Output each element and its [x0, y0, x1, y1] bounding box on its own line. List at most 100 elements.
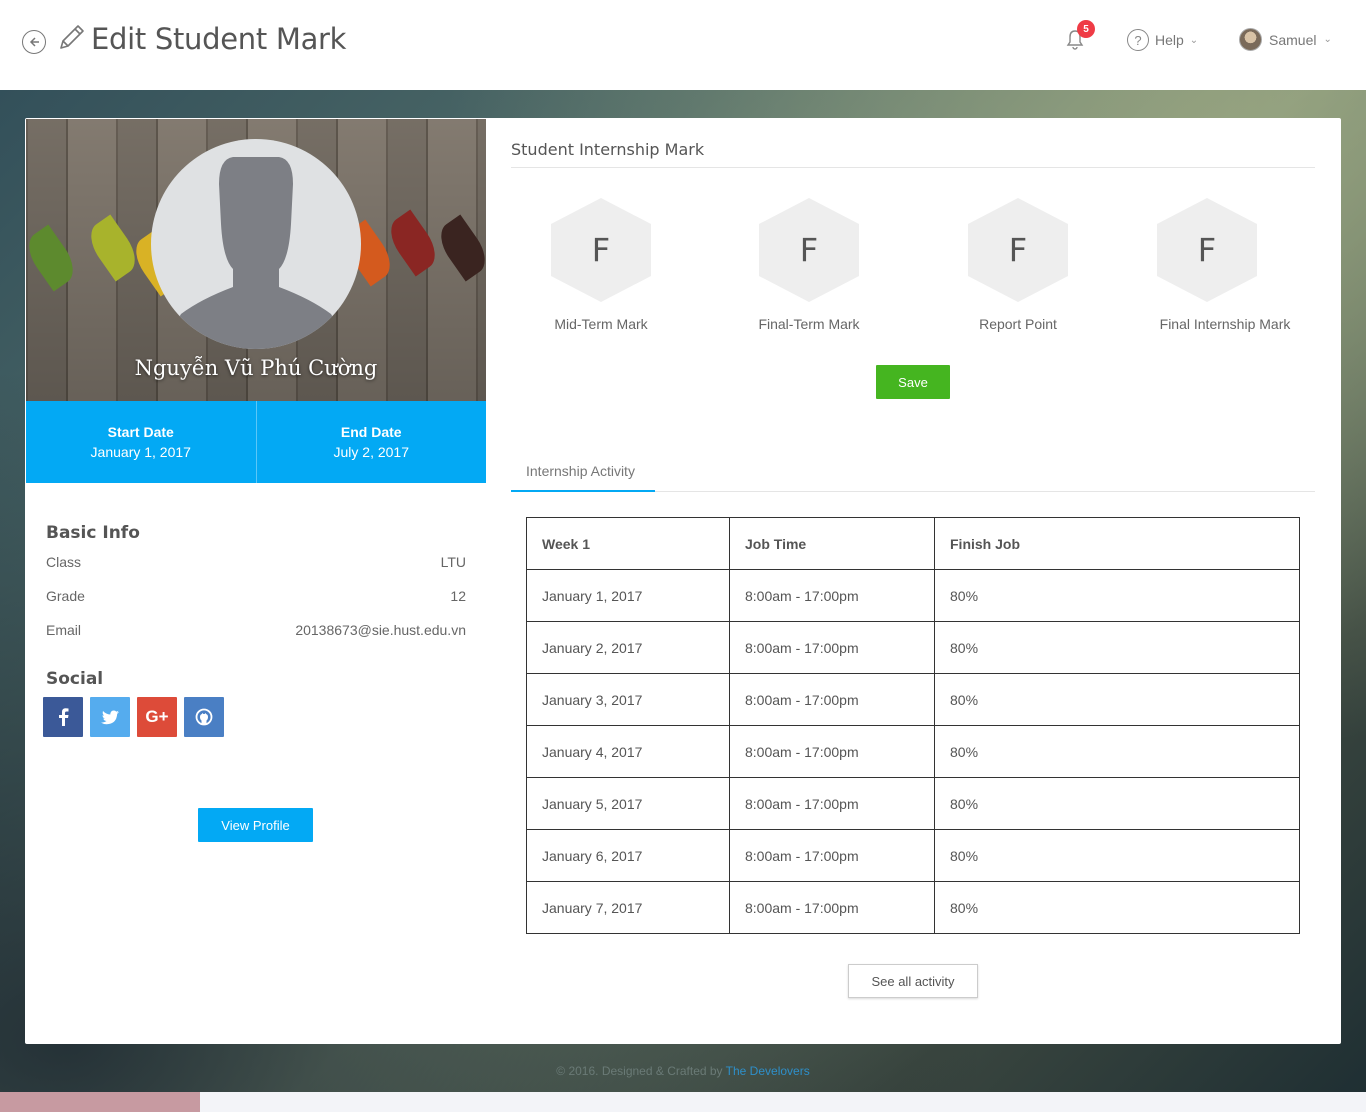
internship-dates: Start Date January 1, 2017 End Date July…	[26, 401, 486, 483]
table-cell: 80%	[934, 829, 1300, 882]
footer-text: © 2016. Designed & Crafted by	[556, 1064, 726, 1078]
end-date-value: July 2, 2017	[333, 444, 410, 460]
page-title: Edit Student Mark	[91, 22, 347, 56]
twitter-icon[interactable]	[90, 697, 130, 737]
mark-item-final-term: F Final-Term Mark	[719, 198, 899, 332]
profile-panel: Nguyễn Vũ Phú Cường Start Date January 1…	[26, 119, 486, 842]
table-cell: 80%	[934, 725, 1300, 778]
footer: © 2016. Designed & Crafted by The Develo…	[0, 1064, 1366, 1078]
column-header: Week 1	[526, 517, 730, 570]
table-row: January 2, 2017 8:00am - 17:00pm 80%	[526, 621, 1300, 674]
question-icon: ?	[1127, 29, 1149, 51]
pencil-icon	[60, 25, 84, 49]
table-cell: 80%	[934, 777, 1300, 830]
mark-grade-badge[interactable]: F	[759, 198, 859, 302]
student-name: Nguyễn Vũ Phú Cường	[134, 356, 378, 380]
table-cell: 80%	[934, 621, 1300, 674]
save-button[interactable]: Save	[876, 365, 950, 399]
table-cell: 8:00am - 17:00pm	[729, 725, 935, 778]
mark-grade-badge[interactable]: F	[968, 198, 1068, 302]
section-title: Student Internship Mark	[511, 118, 1315, 168]
social-title: Social	[46, 669, 104, 689]
info-row: Email 20138673@sie.hust.edu.vn	[46, 613, 466, 647]
activity-table: Week 1 Job Time Finish Job January 1, 20…	[526, 517, 1300, 934]
user-menu[interactable]: Samuel ⌄	[1239, 28, 1332, 51]
marks-panel: Student Internship Mark F Mid-Term Mark …	[511, 118, 1315, 998]
table-row: January 1, 2017 8:00am - 17:00pm 80%	[526, 569, 1300, 622]
profile-photo	[151, 139, 361, 349]
table-cell: January 6, 2017	[526, 829, 730, 882]
table-row: January 6, 2017 8:00am - 17:00pm 80%	[526, 829, 1300, 882]
mark-label: Final-Term Mark	[758, 316, 860, 332]
table-row: January 7, 2017 8:00am - 17:00pm 80%	[526, 881, 1300, 934]
basic-info-title: Basic Info	[46, 523, 140, 543]
tab-bar: Internship Activity	[511, 452, 1315, 492]
start-date: Start Date January 1, 2017	[26, 401, 257, 483]
mark-list: F Mid-Term Mark F Final-Term Mark F Repo…	[511, 198, 1315, 338]
column-header: Finish Job	[934, 517, 1300, 570]
info-label: Grade	[46, 588, 85, 604]
table-header-row: Week 1 Job Time Finish Job	[526, 517, 1300, 570]
table-cell: 80%	[934, 569, 1300, 622]
facebook-icon[interactable]	[43, 697, 83, 737]
basic-info: Basic Info Class LTU Grade 12 Email 2013…	[26, 483, 486, 647]
info-label: Class	[46, 554, 82, 570]
table-row: January 5, 2017 8:00am - 17:00pm 80%	[526, 777, 1300, 830]
help-menu[interactable]: ? Help ⌄	[1127, 29, 1198, 51]
chevron-down-icon: ⌄	[1323, 34, 1332, 45]
table-row: January 4, 2017 8:00am - 17:00pm 80%	[526, 725, 1300, 778]
table-cell: 80%	[934, 673, 1300, 726]
table-row: January 3, 2017 8:00am - 17:00pm 80%	[526, 673, 1300, 726]
mark-item-mid-term: F Mid-Term Mark	[511, 198, 691, 332]
mark-item-final-internship: F Final Internship Mark	[1135, 198, 1315, 332]
chevron-down-icon: ⌄	[1189, 34, 1199, 46]
column-header: Job Time	[729, 517, 935, 570]
profile-cover: Nguyễn Vũ Phú Cường	[26, 119, 486, 401]
mark-grade-badge[interactable]: F	[1157, 198, 1257, 302]
avatar	[1239, 28, 1262, 51]
view-profile-button[interactable]: View Profile	[198, 808, 313, 842]
main-card: Nguyễn Vũ Phú Cường Start Date January 1…	[25, 118, 1341, 1044]
social-buttons: G+	[43, 697, 469, 737]
info-value: 20138673@sie.hust.edu.vn	[295, 622, 466, 638]
user-name: Samuel	[1269, 31, 1317, 48]
end-date-label: End Date	[340, 424, 402, 440]
bottom-strip-accent	[0, 1092, 200, 1112]
table-cell: 80%	[934, 881, 1300, 934]
table-cell: 8:00am - 17:00pm	[729, 569, 935, 622]
end-date: End Date July 2, 2017	[257, 401, 487, 483]
mark-grade-badge[interactable]: F	[551, 198, 651, 302]
see-all-activity-button[interactable]: See all activity	[848, 964, 978, 998]
info-row: Grade 12	[46, 579, 466, 613]
mark-label: Final Internship Mark	[1159, 316, 1291, 332]
google-plus-icon[interactable]: G+	[137, 697, 177, 737]
bottom-strip	[0, 1092, 1366, 1112]
table-cell: 8:00am - 17:00pm	[729, 673, 935, 726]
github-icon[interactable]	[184, 697, 224, 737]
table-cell: January 1, 2017	[526, 569, 730, 622]
start-date-value: January 1, 2017	[90, 444, 191, 460]
table-cell: January 5, 2017	[526, 777, 730, 830]
start-date-label: Start Date	[107, 424, 174, 440]
table-cell: January 4, 2017	[526, 725, 730, 778]
table-cell: January 3, 2017	[526, 673, 730, 726]
table-cell: January 2, 2017	[526, 621, 730, 674]
info-value: 12	[450, 588, 466, 604]
info-row: Class LTU	[46, 545, 466, 579]
mark-label: Report Point	[979, 316, 1057, 332]
notification-badge: 5	[1077, 20, 1095, 38]
table-cell: 8:00am - 17:00pm	[729, 881, 935, 934]
mark-label: Mid-Term Mark	[554, 316, 648, 332]
back-arrow-icon[interactable]	[22, 30, 46, 54]
footer-link[interactable]: The Develovers	[726, 1064, 810, 1078]
table-cell: January 7, 2017	[526, 881, 730, 934]
table-cell: 8:00am - 17:00pm	[729, 621, 935, 674]
tab-internship-activity[interactable]: Internship Activity	[511, 452, 655, 492]
mark-item-report-point: F Report Point	[928, 198, 1108, 332]
top-bar: Edit Student Mark 5 ? Help ⌄ Samuel ⌄	[0, 0, 1366, 90]
table-cell: 8:00am - 17:00pm	[729, 829, 935, 882]
info-value: LTU	[440, 554, 466, 570]
table-cell: 8:00am - 17:00pm	[729, 777, 935, 830]
social-section: Social G+	[26, 647, 486, 737]
info-label: Email	[46, 622, 82, 638]
